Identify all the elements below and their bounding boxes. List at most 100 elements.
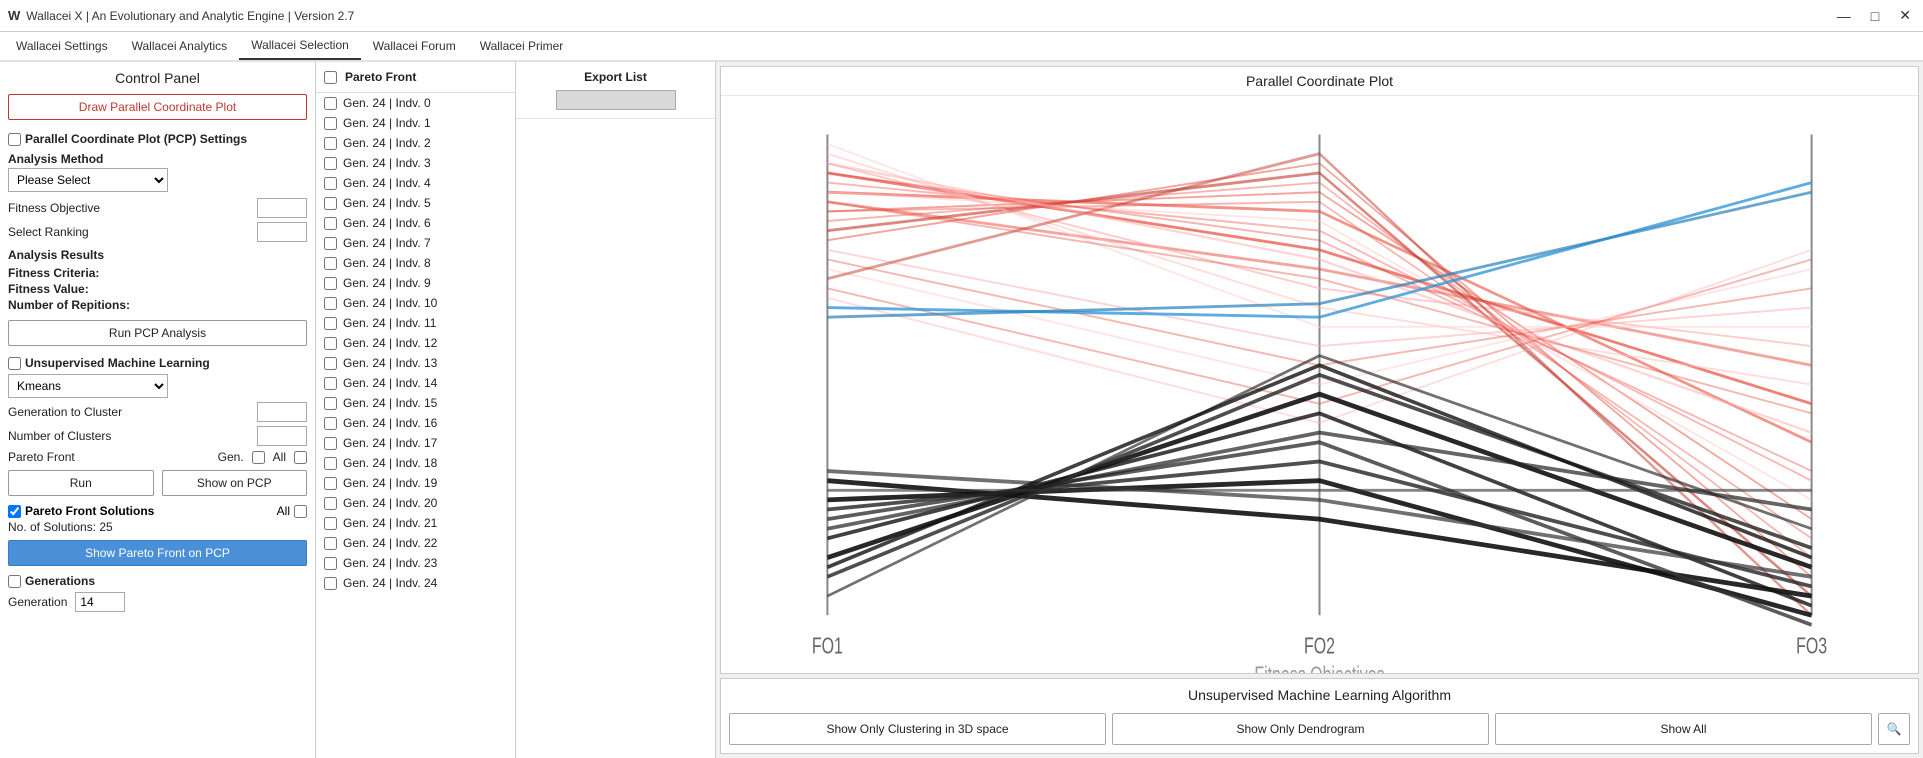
pareto-item-checkbox-24[interactable]	[324, 577, 337, 590]
gen-to-cluster-input[interactable]	[257, 402, 307, 422]
pareto-list-item[interactable]: Gen. 24 | Indv. 12	[316, 333, 515, 353]
pareto-item-label-21: Gen. 24 | Indv. 21	[343, 516, 437, 530]
pcp-panel-title: Parallel Coordinate Plot	[721, 67, 1918, 96]
pareto-list-item[interactable]: Gen. 24 | Indv. 8	[316, 253, 515, 273]
pcp-settings-label: Parallel Coordinate Plot (PCP) Settings	[25, 132, 247, 146]
pareto-item-checkbox-12[interactable]	[324, 337, 337, 350]
show-on-pcp-button[interactable]: Show on PCP	[162, 470, 308, 496]
pareto-list-item[interactable]: Gen. 24 | Indv. 2	[316, 133, 515, 153]
ml-buttons-row: Show Only Clustering in 3D space Show On…	[729, 713, 1910, 745]
menu-item-analytics[interactable]: Wallacei Analytics	[120, 32, 240, 60]
show-dendrogram-button[interactable]: Show Only Dendrogram	[1112, 713, 1489, 745]
pareto-item-checkbox-10[interactable]	[324, 297, 337, 310]
pareto-item-checkbox-6[interactable]	[324, 217, 337, 230]
pareto-list-item[interactable]: Gen. 24 | Indv. 10	[316, 293, 515, 313]
ml-label: Unsupervised Machine Learning	[25, 356, 210, 370]
pareto-item-checkbox-8[interactable]	[324, 257, 337, 270]
pareto-list-item[interactable]: Gen. 24 | Indv. 24	[316, 573, 515, 593]
pareto-item-checkbox-1[interactable]	[324, 117, 337, 130]
select-ranking-input[interactable]	[257, 222, 307, 242]
pareto-item-label-11: Gen. 24 | Indv. 11	[343, 316, 436, 330]
export-input[interactable]	[556, 90, 676, 110]
pareto-item-label-12: Gen. 24 | Indv. 12	[343, 336, 437, 350]
num-clusters-input[interactable]	[257, 426, 307, 446]
pareto-list-item[interactable]: Gen. 24 | Indv. 13	[316, 353, 515, 373]
pareto-all-checkbox[interactable]	[294, 505, 307, 518]
show-pareto-button[interactable]: Show Pareto Front on PCP	[8, 540, 307, 566]
generations-checkbox[interactable]	[8, 575, 21, 588]
right-panels: Parallel Coordinate Plot FO1 FO2 FO3 Fit…	[716, 62, 1923, 758]
pareto-list-item[interactable]: Gen. 24 | Indv. 18	[316, 453, 515, 473]
menu-item-settings[interactable]: Wallacei Settings	[4, 32, 120, 60]
pareto-item-checkbox-0[interactable]	[324, 97, 337, 110]
pareto-item-label-1: Gen. 24 | Indv. 1	[343, 116, 431, 130]
pareto-item-checkbox-19[interactable]	[324, 477, 337, 490]
pareto-item-checkbox-9[interactable]	[324, 277, 337, 290]
pareto-list-item[interactable]: Gen. 24 | Indv. 19	[316, 473, 515, 493]
maximize-button[interactable]: □	[1867, 8, 1883, 24]
pareto-item-checkbox-23[interactable]	[324, 557, 337, 570]
menu-item-primer[interactable]: Wallacei Primer	[468, 32, 576, 60]
pareto-list-item[interactable]: Gen. 24 | Indv. 20	[316, 493, 515, 513]
pareto-item-checkbox-14[interactable]	[324, 377, 337, 390]
pareto-item-checkbox-18[interactable]	[324, 457, 337, 470]
pareto-item-checkbox-22[interactable]	[324, 537, 337, 550]
pareto-item-checkbox-4[interactable]	[324, 177, 337, 190]
pareto-list-item[interactable]: Gen. 24 | Indv. 11	[316, 313, 515, 333]
analysis-method-select[interactable]: Please Select	[8, 168, 168, 192]
pareto-list-item[interactable]: Gen. 24 | Indv. 5	[316, 193, 515, 213]
gen-to-cluster-label: Generation to Cluster	[8, 405, 122, 419]
close-button[interactable]: ✕	[1895, 7, 1915, 24]
pareto-item-checkbox-5[interactable]	[324, 197, 337, 210]
pareto-list-item[interactable]: Gen. 24 | Indv. 22	[316, 533, 515, 553]
pareto-item-checkbox-15[interactable]	[324, 397, 337, 410]
kmeans-select[interactable]: Kmeans	[8, 374, 168, 398]
pareto-item-checkbox-2[interactable]	[324, 137, 337, 150]
pareto-list-item[interactable]: Gen. 24 | Indv. 4	[316, 173, 515, 193]
fitness-objective-row: Fitness Objective	[8, 198, 307, 218]
pareto-item-label-7: Gen. 24 | Indv. 7	[343, 236, 431, 250]
run-pcp-button[interactable]: Run PCP Analysis	[8, 320, 307, 346]
pareto-list-item[interactable]: Gen. 24 | Indv. 9	[316, 273, 515, 293]
gen-to-cluster-row: Generation to Cluster	[8, 402, 307, 422]
pareto-item-checkbox-17[interactable]	[324, 437, 337, 450]
pareto-list-item[interactable]: Gen. 24 | Indv. 21	[316, 513, 515, 533]
draw-pcp-button[interactable]: Draw Parallel Coordinate Plot	[8, 94, 307, 120]
pareto-item-checkbox-11[interactable]	[324, 317, 337, 330]
pareto-item-checkbox-13[interactable]	[324, 357, 337, 370]
pareto-list-item[interactable]: Gen. 24 | Indv. 7	[316, 233, 515, 253]
pareto-list-item[interactable]: Gen. 24 | Indv. 0	[316, 93, 515, 113]
menu-item-forum[interactable]: Wallacei Forum	[361, 32, 468, 60]
pareto-list-item[interactable]: Gen. 24 | Indv. 23	[316, 553, 515, 573]
pareto-list-item[interactable]: Gen. 24 | Indv. 1	[316, 113, 515, 133]
fitness-objective-input[interactable]	[257, 198, 307, 218]
pareto-list-item[interactable]: Gen. 24 | Indv. 15	[316, 393, 515, 413]
menu-item-selection[interactable]: Wallacei Selection	[239, 32, 361, 60]
pareto-list-item[interactable]: Gen. 24 | Indv. 6	[316, 213, 515, 233]
gen-all-row: Gen. All	[218, 450, 307, 464]
pareto-list-all-checkbox[interactable]	[324, 71, 337, 84]
pareto-item-checkbox-21[interactable]	[324, 517, 337, 530]
all-checkbox[interactable]	[294, 451, 307, 464]
pareto-list-item[interactable]: Gen. 24 | Indv. 14	[316, 373, 515, 393]
pareto-item-checkbox-20[interactable]	[324, 497, 337, 510]
pareto-item-checkbox-16[interactable]	[324, 417, 337, 430]
pareto-list-item[interactable]: Gen. 24 | Indv. 17	[316, 433, 515, 453]
pcp-panel: Parallel Coordinate Plot FO1 FO2 FO3 Fit…	[720, 66, 1919, 674]
show-clustering-button[interactable]: Show Only Clustering in 3D space	[729, 713, 1106, 745]
gen-checkbox[interactable]	[252, 451, 265, 464]
search-icon-button[interactable]: 🔍	[1878, 713, 1910, 745]
pareto-list-item[interactable]: Gen. 24 | Indv. 16	[316, 413, 515, 433]
title-bar-left: W Wallacei X | An Evolutionary and Analy…	[8, 8, 354, 23]
pcp-settings-checkbox[interactable]	[8, 133, 21, 146]
pareto-list-item[interactable]: Gen. 24 | Indv. 3	[316, 153, 515, 173]
pareto-item-label-14: Gen. 24 | Indv. 14	[343, 376, 437, 390]
show-all-button[interactable]: Show All	[1495, 713, 1872, 745]
generation-input[interactable]	[75, 592, 125, 612]
ml-checkbox[interactable]	[8, 357, 21, 370]
pareto-solutions-checkbox[interactable]	[8, 505, 21, 518]
minimize-button[interactable]: —	[1833, 8, 1855, 24]
run-button[interactable]: Run	[8, 470, 154, 496]
pareto-item-checkbox-3[interactable]	[324, 157, 337, 170]
pareto-item-checkbox-7[interactable]	[324, 237, 337, 250]
